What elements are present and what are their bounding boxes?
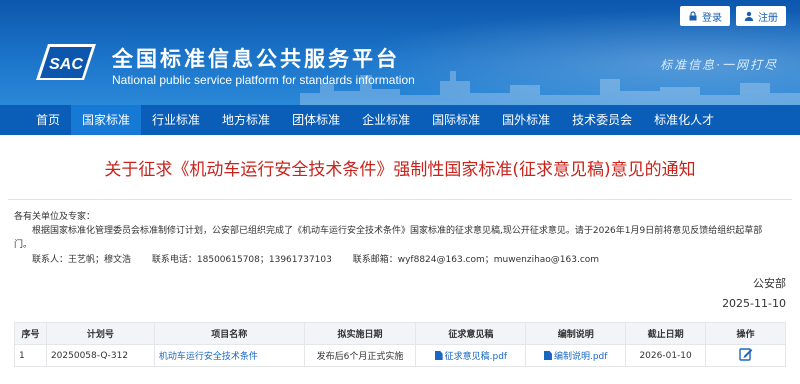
nav-item-7[interactable]: 国外标准 bbox=[491, 105, 561, 135]
nav-item-1[interactable]: 国家标准 bbox=[71, 105, 142, 135]
site-slogan: 标准信息·一网打尽 bbox=[660, 58, 778, 72]
col-header-explain: 编制说明 bbox=[525, 322, 627, 345]
col-header-action: 操作 bbox=[705, 322, 786, 345]
draft-pdf-link[interactable]: 征求意见稿.pdf bbox=[434, 351, 508, 362]
contact-person: 联系人：王艺帆；穆文浩 bbox=[32, 255, 132, 265]
file-icon bbox=[543, 351, 552, 360]
cell-draft: 征求意见稿.pdf bbox=[415, 344, 527, 367]
explain-pdf-label: 编制说明.pdf bbox=[553, 352, 608, 362]
col-header-index: 序号 bbox=[14, 322, 47, 345]
login-button[interactable]: 登录 bbox=[680, 6, 730, 26]
nav-item-3[interactable]: 地方标准 bbox=[211, 105, 281, 135]
cell-explain: 编制说明.pdf bbox=[525, 344, 627, 367]
file-icon bbox=[434, 351, 443, 360]
site-title: 全国标准信息公共服务平台 bbox=[112, 47, 400, 71]
register-button[interactable]: 注册 bbox=[736, 6, 786, 26]
contact-info: 联系人：王艺帆；穆文浩 联系电话：18500615708；13961737103… bbox=[0, 253, 800, 267]
edit-feedback-icon[interactable] bbox=[738, 347, 753, 361]
logo-text: SAC bbox=[49, 56, 83, 73]
title-divider bbox=[8, 199, 792, 200]
col-header-deadline: 截止日期 bbox=[625, 322, 707, 345]
cell-name: 机动车运行安全技术条件 bbox=[153, 344, 305, 367]
notice-paragraph: 根据国家标准化管理委员会标准制修订计划，公安部已组织完成了《机动车运行安全技术条… bbox=[14, 226, 763, 250]
standard-name-link[interactable]: 机动车运行安全技术条件 bbox=[159, 352, 258, 362]
col-header-draft: 征求意见稿 bbox=[415, 322, 527, 345]
contact-phone: 联系电话：18500615708；13961737103 bbox=[151, 255, 332, 265]
nav-item-2[interactable]: 行业标准 bbox=[141, 105, 211, 135]
header-banner: 登录 注册 SAC 全国标准信息公共服务平台 National public s… bbox=[0, 0, 800, 105]
explain-pdf-link[interactable]: 编制说明.pdf bbox=[543, 351, 608, 362]
article-title: 关于征求《机动车运行安全技术条件》强制性国家标准(征求意见稿)意见的通知 bbox=[104, 160, 696, 180]
issuer: 公安部 bbox=[753, 277, 786, 290]
user-icon bbox=[744, 11, 754, 21]
cell-plan-no: 20250058-Q-312 bbox=[45, 344, 155, 367]
col-header-plan-no: 计划号 bbox=[45, 322, 155, 345]
register-label: 注册 bbox=[758, 12, 778, 24]
table-header-row: 序号 计划号 项目名称 拟实施日期 征求意见稿 编制说明 截止日期 操作 bbox=[14, 322, 786, 345]
table-row: 1 20250058-Q-312 机动车运行安全技术条件 发布后6个月正式实施 … bbox=[14, 344, 786, 367]
main-nav: 首页 国家标准 行业标准 地方标准 团体标准 企业标准 国际标准 国外标准 技术委员会 标准化人才 bbox=[0, 105, 800, 135]
standards-table: 序号 计划号 项目名称 拟实施日期 征求意见稿 编制说明 截止日期 操作 1 2… bbox=[14, 322, 786, 367]
greeting: 各有关单位及专家： bbox=[14, 212, 96, 222]
cell-index: 1 bbox=[14, 344, 47, 367]
nav-item-8[interactable]: 技术委员会 bbox=[561, 105, 643, 135]
nav-item-6[interactable]: 国际标准 bbox=[421, 105, 491, 135]
col-header-name: 项目名称 bbox=[153, 322, 305, 345]
nav-item-4[interactable]: 团体标准 bbox=[281, 105, 351, 135]
cell-impl-date: 发布后6个月正式实施 bbox=[303, 344, 417, 367]
sac-logo[interactable]: SAC bbox=[34, 40, 98, 84]
site-subtitle: National public service platform for sta… bbox=[112, 73, 415, 87]
contact-email: 联系邮箱：wyf8824@163.com；muwenzihao@163.com bbox=[352, 255, 600, 265]
login-label: 登录 bbox=[702, 12, 722, 24]
cell-deadline: 2026-01-10 bbox=[625, 344, 707, 367]
nav-item-9[interactable]: 标准化人才 bbox=[643, 105, 725, 135]
draft-pdf-label: 征求意见稿.pdf bbox=[444, 352, 508, 362]
nav-item-5[interactable]: 企业标准 bbox=[351, 105, 421, 135]
col-header-impl-date: 拟实施日期 bbox=[303, 322, 417, 345]
nav-item-0[interactable]: 首页 bbox=[25, 105, 71, 135]
cell-action bbox=[705, 344, 786, 367]
lock-icon bbox=[689, 11, 697, 21]
issue-date: 2025-11-10 bbox=[722, 297, 786, 310]
